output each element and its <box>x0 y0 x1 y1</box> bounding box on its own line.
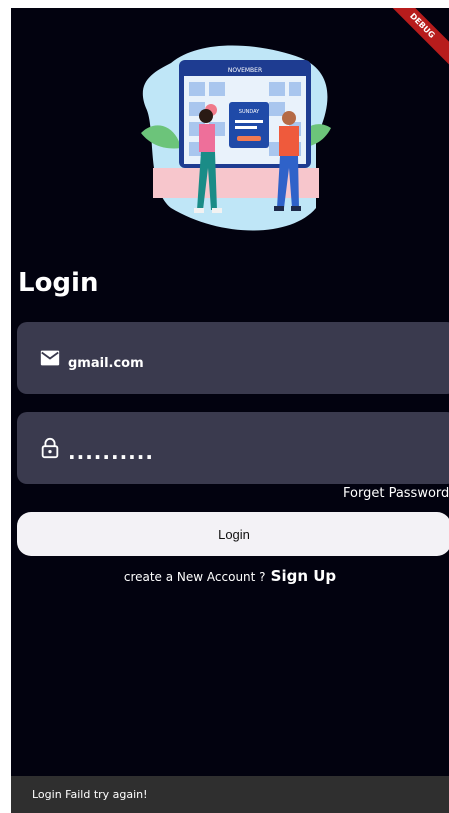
password-value[interactable]: .......... <box>68 440 154 464</box>
snackbar-message: Login Faild try again! <box>32 788 148 801</box>
page-title: Login <box>18 268 99 298</box>
forget-password-link[interactable]: Forget Password <box>343 486 449 501</box>
login-button[interactable]: Login <box>17 512 449 556</box>
calendar-month-label: NOVEMBER <box>228 67 262 74</box>
calendar-card-title: SUNDAY <box>239 109 260 115</box>
signup-link[interactable]: Sign Up <box>271 567 337 585</box>
signup-row: create a New Account ? Sign Up <box>11 566 449 585</box>
app-screen: DEBUG NOVEMBER SUNDAY Login gmail.com ..… <box>11 8 449 813</box>
error-snackbar: Login Faild try again! <box>11 776 449 813</box>
debug-banner: DEBUG <box>377 8 449 71</box>
mail-icon <box>40 350 60 366</box>
email-value[interactable]: gmail.com <box>68 356 144 371</box>
lock-icon <box>41 437 59 459</box>
signup-prompt: create a New Account ? <box>123 570 266 584</box>
calendar-illustration: NOVEMBER SUNDAY <box>141 45 331 231</box>
